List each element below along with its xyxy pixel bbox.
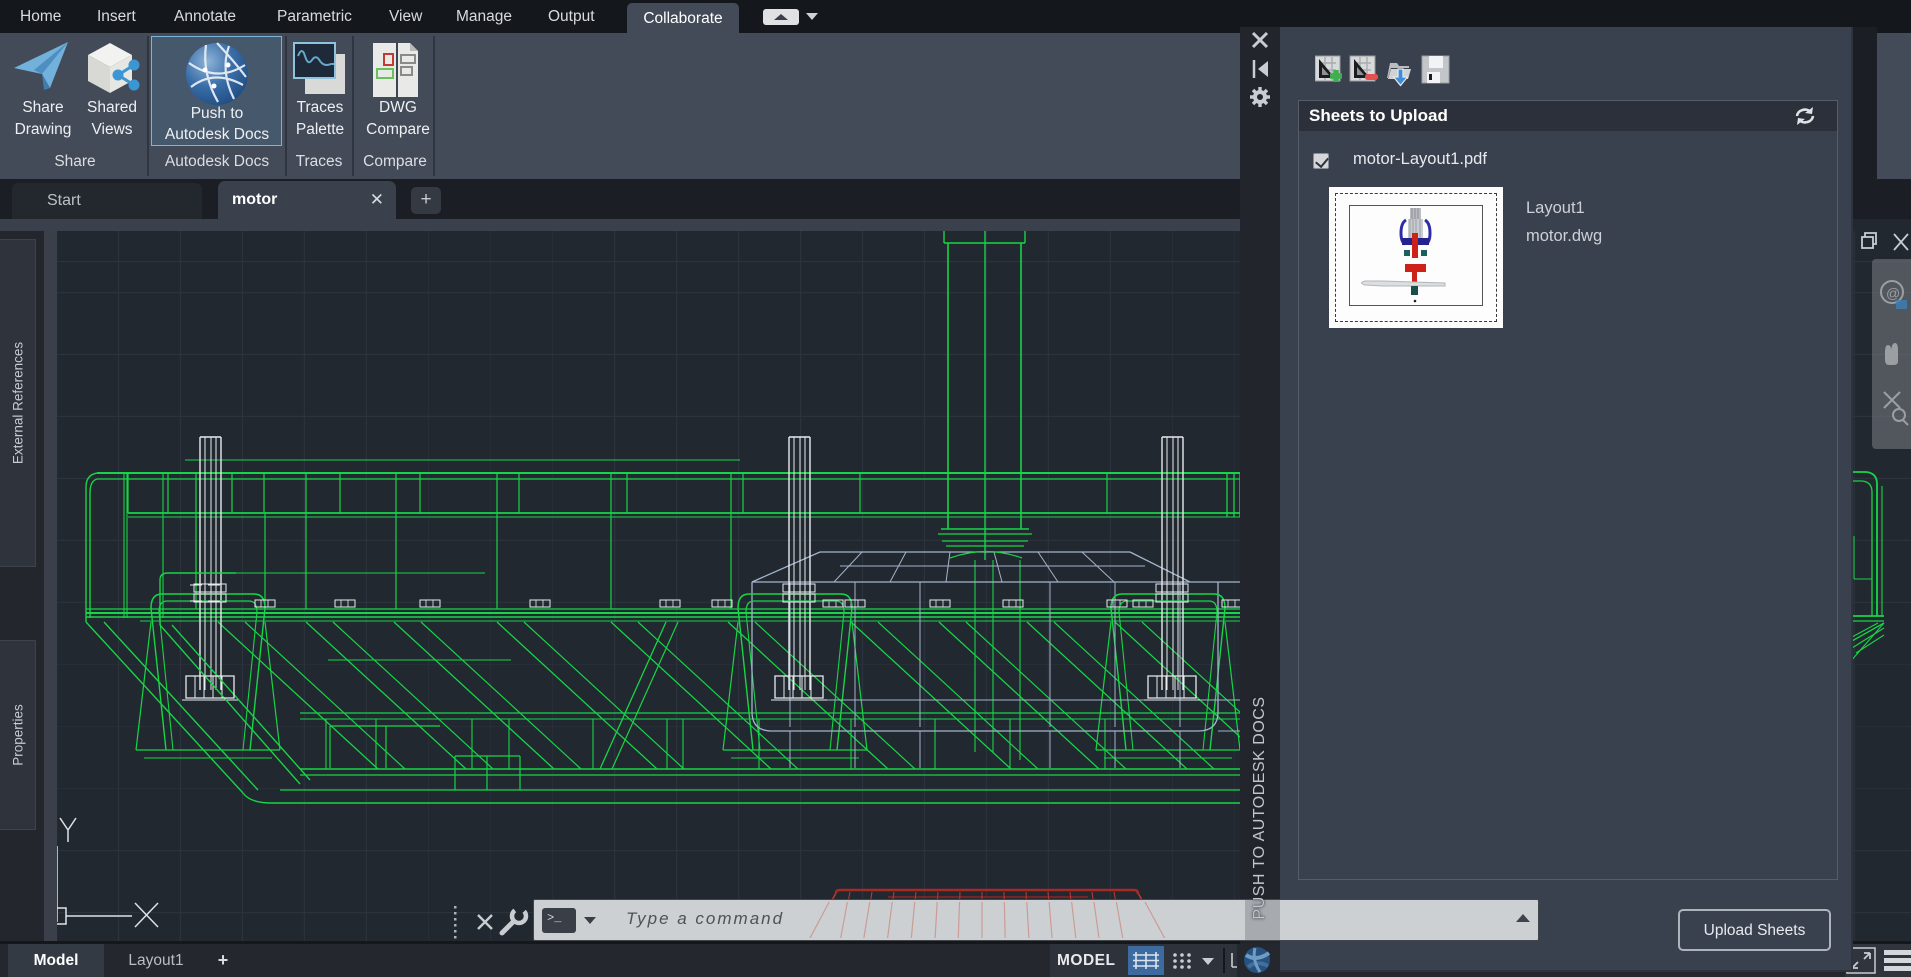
- svg-text:@: @: [1886, 285, 1900, 301]
